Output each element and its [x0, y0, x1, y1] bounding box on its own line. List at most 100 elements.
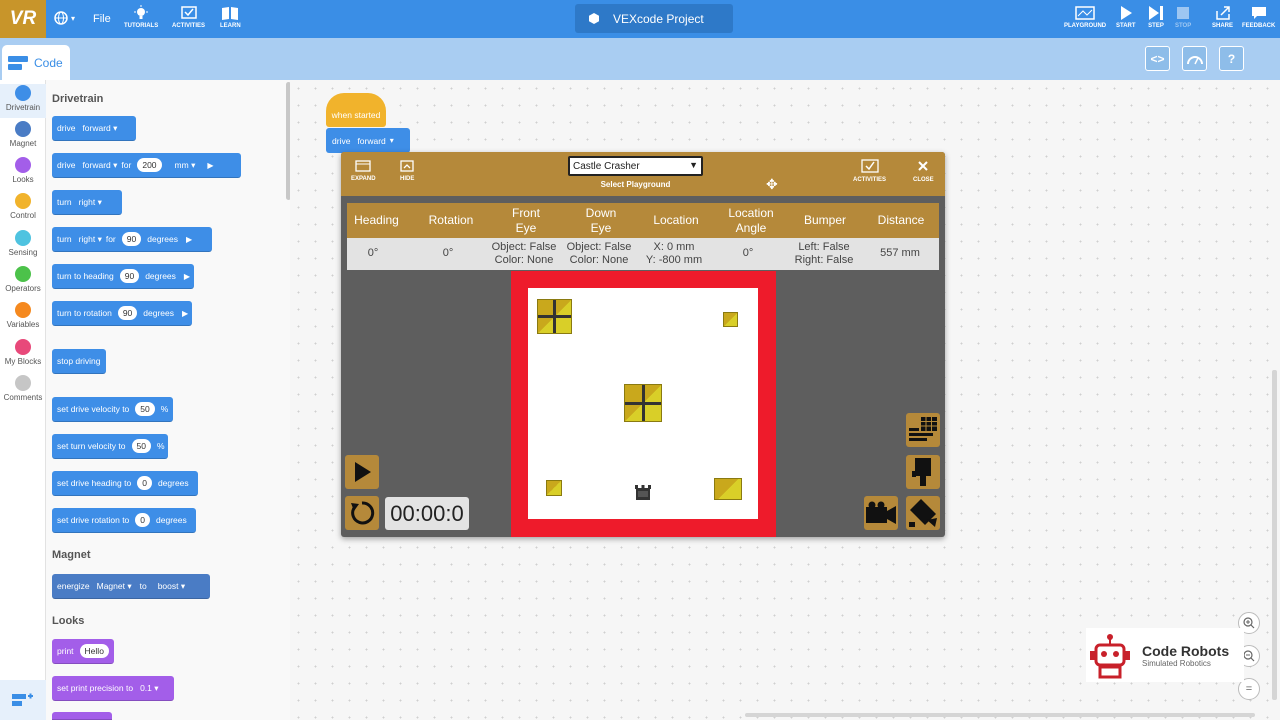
section-magnet: Magnet	[52, 549, 91, 561]
header-front-eye: Front Eye	[511, 206, 540, 235]
playground-header[interactable]: EXPAND HIDE Castle Crasher ▼ Select Play…	[341, 152, 945, 196]
block-palette: Drivetrain driveforward driveforwardfor2…	[46, 80, 290, 720]
feedback-button[interactable]: FEEDBACK	[1242, 5, 1275, 29]
share-button[interactable]: SHARE	[1212, 5, 1233, 29]
sub-bar	[0, 38, 1280, 80]
telemetry-header-row: Heading Rotation Front Eye Down Eye Loca…	[347, 203, 939, 238]
playground-button[interactable]: PLAYGROUND	[1064, 5, 1106, 29]
category-drivetrain[interactable]: Drivetrain	[0, 84, 46, 118]
value-distance: 557 mm	[880, 247, 920, 260]
globe-icon[interactable]: ▾	[54, 11, 75, 25]
activities-icon	[180, 6, 197, 19]
block-turn[interactable]: turn right	[52, 190, 122, 215]
expand-icon	[355, 160, 371, 172]
zoom-out-icon	[1243, 650, 1255, 662]
run-button[interactable]	[345, 455, 379, 489]
category-variables[interactable]: Variables	[0, 302, 46, 329]
building-block	[624, 384, 662, 422]
block-set-drive-rotation[interactable]: set drive rotation to 0 degrees	[52, 508, 196, 533]
block-turn-to-rotation[interactable]: turn to rotation 90 degrees ▶	[52, 301, 192, 326]
category-looks[interactable]: Looks	[0, 157, 46, 184]
block-turn-to-heading[interactable]: turn to heading 90 degrees ▶	[52, 264, 194, 289]
playground-field	[511, 271, 776, 537]
category-control[interactable]: Control	[0, 193, 46, 220]
move-icon[interactable]: ✥	[766, 176, 778, 193]
value-location-angle: 0°	[742, 247, 754, 260]
code-robots-watermark: Code Robots Simulated Robotics	[1086, 628, 1244, 682]
robot-logo-icon	[1090, 634, 1130, 679]
block-set-drive-heading[interactable]: set drive heading to 0 degrees	[52, 471, 198, 496]
step-button[interactable]: STEP	[1148, 5, 1164, 29]
block-drive-for[interactable]: driveforwardfor200mm▶	[52, 153, 241, 178]
robot-icon	[635, 485, 651, 500]
header-down-eye: Down Eye	[585, 206, 617, 235]
header-location-angle: Location Angle	[728, 206, 774, 235]
camera-button[interactable]	[864, 496, 898, 530]
block-partial[interactable]	[52, 712, 112, 720]
playground-window: EXPAND HIDE Castle Crasher ▼ Select Play…	[341, 152, 945, 537]
hide-icon	[400, 160, 414, 172]
start-button[interactable]: START	[1116, 5, 1136, 29]
extensions-button[interactable]	[0, 680, 46, 720]
file-menu[interactable]: File	[93, 13, 111, 25]
stop-button[interactable]: STOP	[1175, 5, 1191, 29]
grid-icon	[909, 417, 937, 441]
robot-view-icon	[912, 458, 931, 486]
category-sensing[interactable]: Sensing	[0, 230, 46, 257]
zoom-in-icon	[1243, 617, 1255, 629]
block-stop-driving[interactable]: stop driving	[52, 349, 106, 374]
data-panel-button[interactable]	[906, 413, 940, 447]
learn-button[interactable]: LEARN	[220, 5, 241, 29]
stop-icon	[1177, 7, 1190, 19]
dashboard-button[interactable]	[1182, 46, 1207, 71]
blocks-icon	[8, 55, 28, 70]
project-title-button[interactable]: VEXcode Project	[575, 4, 733, 33]
project-icon	[589, 13, 599, 24]
camera-top-button[interactable]	[906, 455, 940, 489]
telemetry-table: Heading Rotation Front Eye Down Eye Loca…	[347, 203, 939, 270]
header-bumper: Bumper	[803, 213, 847, 228]
value-rotation: 0°	[442, 247, 454, 260]
expand-button[interactable]: EXPAND	[351, 160, 376, 182]
workspace-vertical-scrollbar[interactable]	[1272, 370, 1277, 700]
workspace-drive-block[interactable]: drive forward ▾	[326, 128, 410, 153]
header-heading: Heading	[354, 213, 399, 228]
tutorials-button[interactable]: TUTORIALS	[124, 5, 158, 29]
block-drive[interactable]: drive forward	[52, 116, 136, 141]
playground-select[interactable]: Castle Crasher ▼	[568, 156, 703, 176]
feedback-icon	[1251, 7, 1266, 19]
play-icon	[355, 462, 371, 482]
share-icon	[1215, 6, 1230, 20]
section-looks: Looks	[52, 615, 85, 627]
block-energize-magnet[interactable]: energizeMagnettoboost	[52, 574, 210, 599]
block-set-turn-velocity[interactable]: set turn velocity to 50%	[52, 434, 168, 459]
field-floor	[528, 288, 758, 519]
block-turn-for[interactable]: turnrightfor90degrees▶	[52, 227, 212, 252]
category-my-blocks[interactable]: My Blocks	[0, 339, 46, 366]
category-operators[interactable]: Operators	[0, 266, 46, 293]
block-set-drive-velocity[interactable]: set drive velocity to 50%	[52, 397, 173, 422]
help-button[interactable]: ?	[1219, 46, 1244, 71]
category-comments[interactable]: Comments	[0, 375, 46, 402]
select-playground-label: Select Playground	[600, 180, 671, 189]
building-block	[537, 299, 572, 334]
video-camera-icon	[866, 501, 896, 524]
hide-button[interactable]: HIDE	[400, 160, 414, 182]
workspace-horizontal-scrollbar[interactable]	[745, 713, 1255, 717]
close-button[interactable]: CLOSE	[913, 159, 934, 183]
playground-icon	[1075, 6, 1095, 20]
building-block	[723, 312, 738, 327]
playground-activities-button[interactable]: ACTIVITIES	[853, 159, 886, 183]
reset-button[interactable]	[345, 496, 379, 530]
block-set-print-precision[interactable]: set print precision to 0.1	[52, 676, 174, 701]
tab-code[interactable]: Code	[2, 45, 70, 80]
code-viewer-button[interactable]: <>	[1145, 46, 1170, 71]
close-icon	[918, 161, 929, 171]
when-started-block[interactable]: when started	[326, 93, 386, 127]
top-bar: VR ▾ File TUTORIALS ACTIVITIES LEARN VEX…	[0, 0, 1280, 38]
block-print[interactable]: print Hello	[52, 639, 114, 664]
camera-angle-button[interactable]	[906, 496, 940, 530]
category-magnet[interactable]: Magnet	[0, 121, 46, 148]
activities-button[interactable]: ACTIVITIES	[172, 5, 205, 29]
value-bumper: Left: False Right: False	[794, 240, 854, 266]
